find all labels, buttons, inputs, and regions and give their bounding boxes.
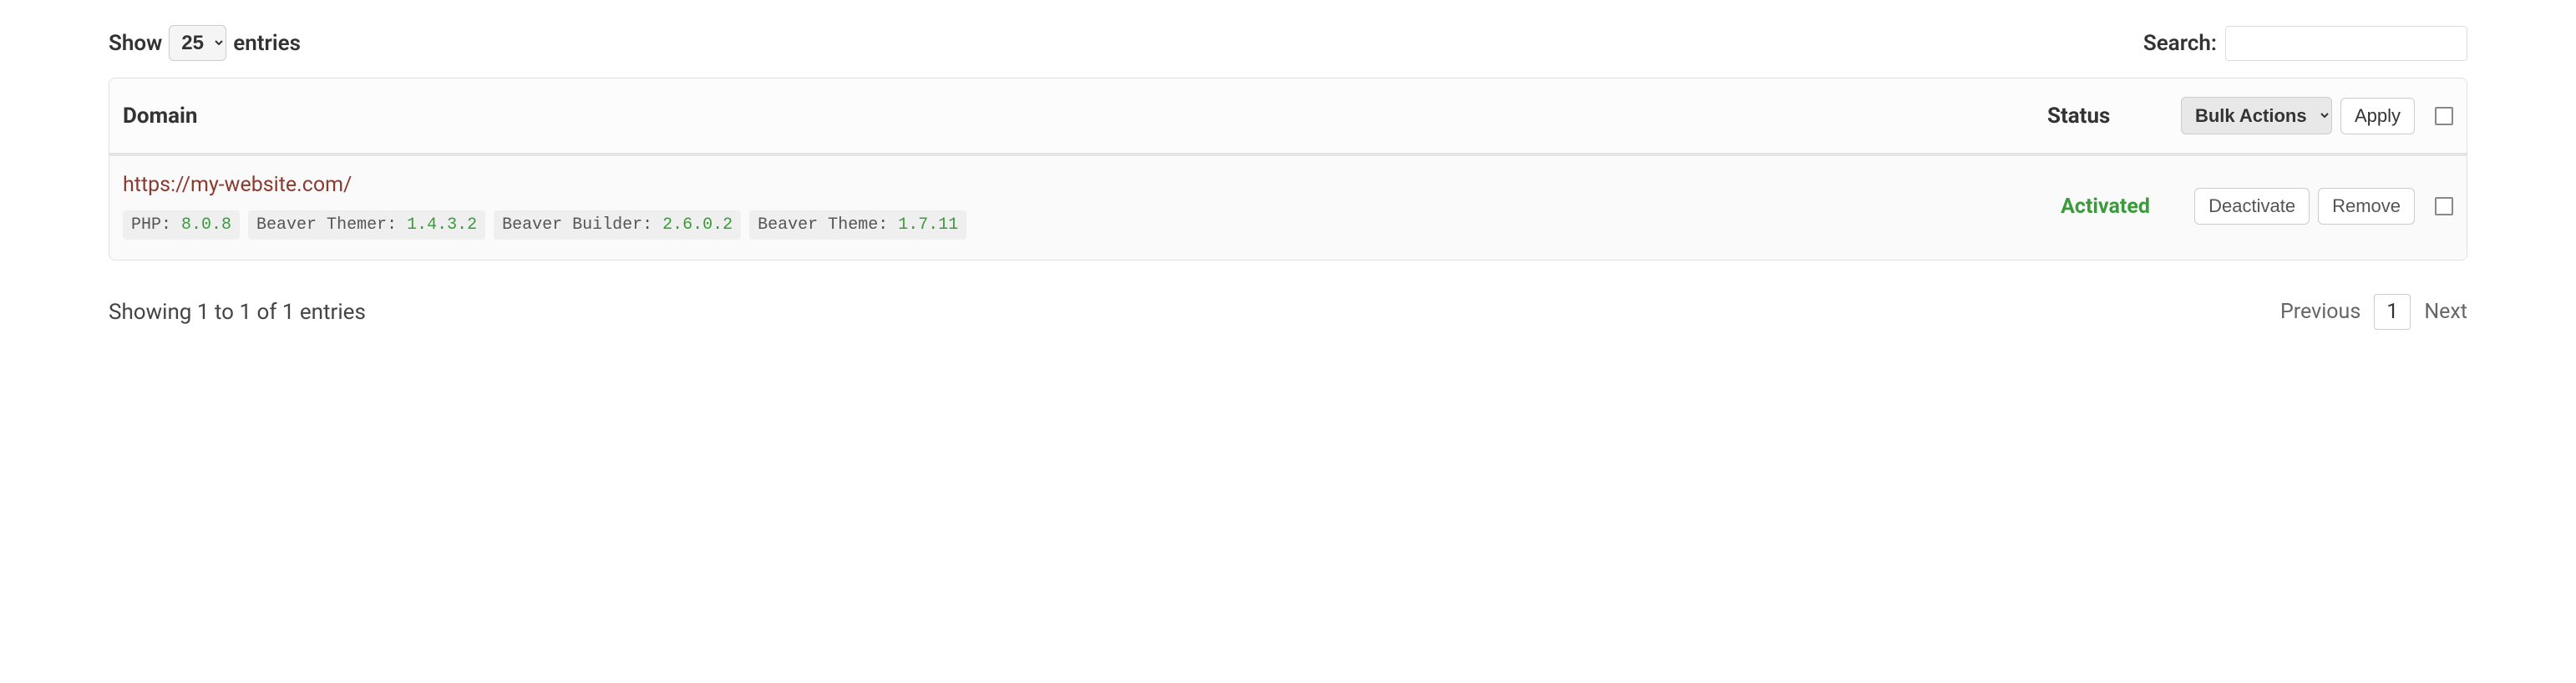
tag-php: PHP: 8.0.8 <box>123 210 240 240</box>
show-label-post: entries <box>233 31 301 56</box>
tag-version: 1.7.11 <box>898 215 958 235</box>
domain-link[interactable]: https://my-website.com/ <box>123 173 352 197</box>
search-input[interactable] <box>2225 26 2467 61</box>
cell-status: Activated <box>2061 195 2194 219</box>
table-footer: Showing 1 to 1 of 1 entries Previous 1 N… <box>109 294 2467 330</box>
table-row: https://my-website.com/ PHP: 8.0.8 Beave… <box>109 156 2467 260</box>
tag-label: PHP: <box>131 215 171 235</box>
search-label: Search: <box>2143 31 2217 56</box>
domains-table: Domain Status Bulk Actions Apply https:/… <box>109 78 2467 261</box>
tag-label: Beaver Theme: <box>758 215 888 235</box>
select-all-checkbox[interactable] <box>2435 107 2453 125</box>
tag-beaver-theme: Beaver Theme: 1.7.11 <box>749 210 966 240</box>
tag-version: 2.6.0.2 <box>662 215 733 235</box>
tag-version: 1.4.3.2 <box>407 215 477 235</box>
pagination: Previous 1 Next <box>2280 294 2467 330</box>
col-header-domain: Domain <box>123 104 2047 129</box>
search-wrap: Search: <box>2143 26 2467 61</box>
bulk-actions-select[interactable]: Bulk Actions <box>2181 97 2332 134</box>
apply-button[interactable]: Apply <box>2340 98 2415 134</box>
tag-beaver-themer: Beaver Themer: 1.4.3.2 <box>248 210 485 240</box>
previous-page[interactable]: Previous <box>2280 300 2360 324</box>
show-entries: Show 25 entries <box>109 25 301 61</box>
page-size-select[interactable]: 25 <box>169 25 226 61</box>
tag-label: Beaver Builder: <box>502 215 652 235</box>
tag-beaver-builder: Beaver Builder: 2.6.0.2 <box>494 210 741 240</box>
table-body: https://my-website.com/ PHP: 8.0.8 Beave… <box>109 154 2467 260</box>
table-header: Domain Status Bulk Actions Apply <box>109 78 2467 154</box>
cell-domain: https://my-website.com/ PHP: 8.0.8 Beave… <box>123 173 2061 240</box>
current-page: 1 <box>2374 294 2411 330</box>
row-checkbox[interactable] <box>2435 197 2453 215</box>
cell-actions: Deactivate Remove <box>2194 188 2453 225</box>
remove-button[interactable]: Remove <box>2318 188 2415 225</box>
version-tags: PHP: 8.0.8 Beaver Themer: 1.4.3.2 Beaver… <box>123 210 2061 240</box>
show-label-pre: Show <box>109 31 162 56</box>
showing-info: Showing 1 to 1 of 1 entries <box>109 300 366 325</box>
next-page[interactable]: Next <box>2424 300 2467 324</box>
col-header-status: Status <box>2047 104 2181 129</box>
tag-label: Beaver Themer: <box>256 215 397 235</box>
col-header-actions: Bulk Actions Apply <box>2181 97 2453 134</box>
deactivate-button[interactable]: Deactivate <box>2194 188 2310 225</box>
tag-version: 8.0.8 <box>181 215 231 235</box>
